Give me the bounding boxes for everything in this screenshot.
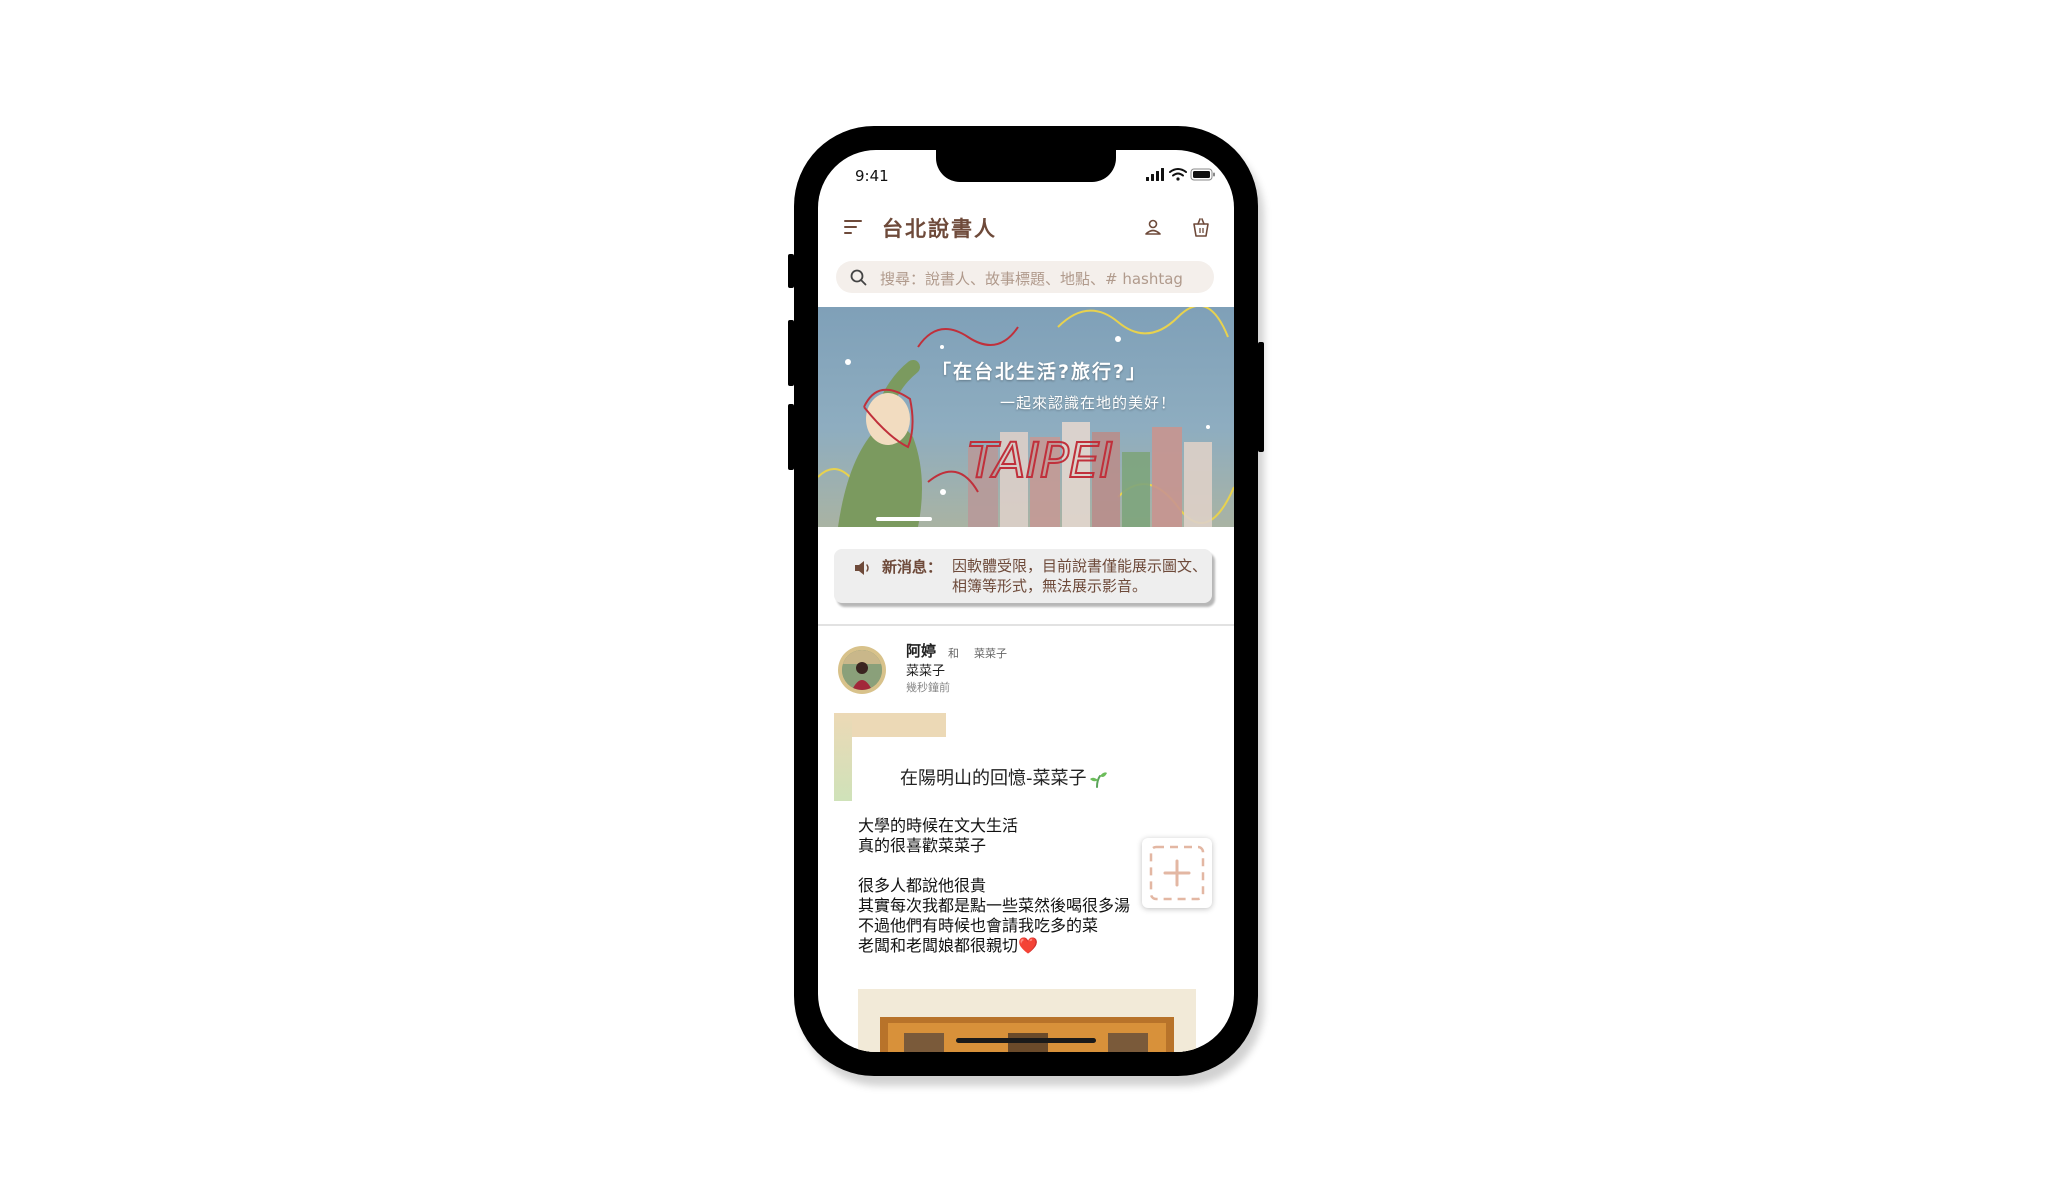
author-avatar[interactable] bbox=[838, 646, 886, 694]
post-title-text: 在陽明山的回憶-菜菜子 bbox=[900, 768, 1087, 789]
sprout-icon bbox=[1089, 772, 1107, 788]
menu-icon[interactable] bbox=[844, 220, 862, 236]
app-title: 台北說書人 bbox=[882, 217, 997, 241]
volume-down-button bbox=[788, 404, 794, 470]
post-body: 大學的時候在文大生活 真的很喜歡菜菜子 很多人都說他很貴 其實每次我都是點一些菜… bbox=[858, 816, 1131, 955]
home-indicator[interactable] bbox=[956, 1038, 1096, 1043]
banner-headline: 「在台北生活?旅行?」 bbox=[932, 361, 1148, 383]
carousel-indicator-active[interactable] bbox=[876, 517, 932, 521]
banner-taipei-lettering: TAIPEI bbox=[968, 433, 1113, 489]
news-notice: 新消息： 因軟體受限，目前說書僅能展示圖文、相簿等形式，無法展示影音。 bbox=[834, 549, 1212, 603]
banner-illustration: TAIPEI bbox=[818, 307, 1234, 527]
add-icon bbox=[1149, 845, 1205, 901]
news-text: 因軟體受限，目前說書僅能展示圖文、相簿等形式，無法展示影音。 bbox=[952, 557, 1208, 595]
battery-icon bbox=[1190, 168, 1215, 181]
search-bar[interactable]: 搜尋：說書人、故事標題、地點、# hashtag bbox=[836, 261, 1214, 293]
search-icon bbox=[850, 269, 867, 286]
post-title: 在陽明山的回憶-菜菜子 bbox=[900, 764, 1107, 790]
post-and-label: 和 bbox=[948, 647, 959, 660]
post-mention[interactable]: 菜菜子 bbox=[974, 645, 1007, 661]
news-label: 新消息： bbox=[882, 558, 943, 576]
post-time: 幾秒鐘前 bbox=[906, 681, 950, 694]
add-story-button[interactable] bbox=[1142, 838, 1212, 908]
speaker-icon bbox=[855, 561, 869, 575]
title-decoration-side bbox=[834, 713, 852, 801]
post-author-name[interactable]: 阿婷 bbox=[906, 640, 936, 661]
app-screen: 9:41 台北說書人 搜尋：說書人、故事標題、地點、# hashtag TAIP… bbox=[818, 150, 1234, 1052]
signal-icon bbox=[1146, 168, 1164, 181]
section-divider bbox=[818, 624, 1234, 626]
app-bar: 台北說書人 bbox=[818, 202, 1234, 252]
wifi-icon bbox=[1169, 168, 1187, 181]
volume-up-button bbox=[788, 320, 794, 386]
post-place[interactable]: 菜菜子 bbox=[906, 660, 945, 679]
silent-switch bbox=[788, 254, 794, 288]
hero-banner[interactable]: TAIPEI 「在台北生活?旅行?」 一起來認識在地的美好！ bbox=[818, 307, 1234, 527]
basket-icon[interactable] bbox=[1192, 218, 1210, 238]
user-icon[interactable] bbox=[1144, 218, 1162, 236]
status-time: 9:41 bbox=[855, 167, 889, 185]
status-icons bbox=[1146, 168, 1215, 181]
power-button bbox=[1258, 342, 1264, 452]
search-input-placeholder[interactable]: 搜尋：說書人、故事標題、地點、# hashtag bbox=[880, 268, 1183, 289]
banner-subheadline: 一起來認識在地的美好！ bbox=[1000, 394, 1177, 412]
phone-frame: 9:41 台北說書人 搜尋：說書人、故事標題、地點、# hashtag TAIP… bbox=[788, 126, 1264, 1076]
notch bbox=[936, 150, 1116, 182]
